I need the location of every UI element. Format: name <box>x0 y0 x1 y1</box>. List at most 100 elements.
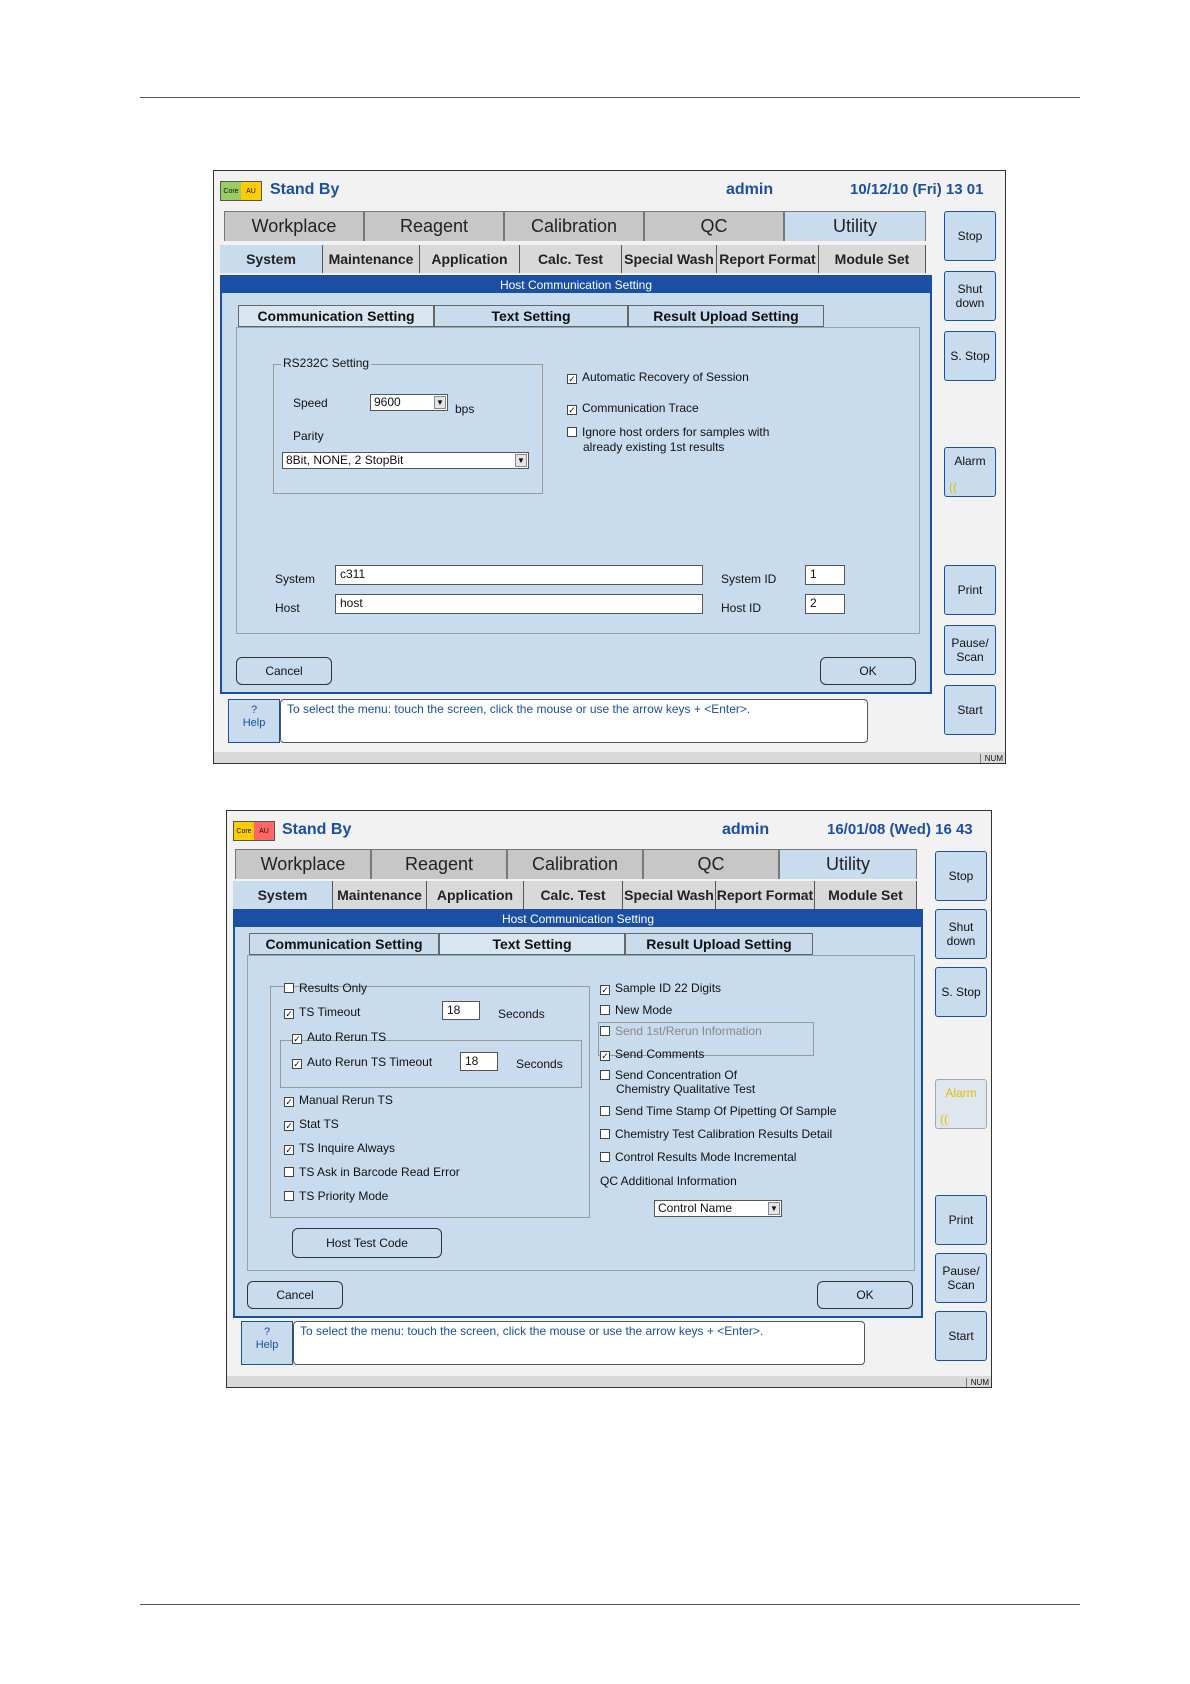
cancel-button[interactable]: Cancel <box>247 1281 343 1309</box>
s-stop-button[interactable]: S. Stop <box>944 331 996 381</box>
subtab-report-format[interactable]: Report Format <box>716 881 815 909</box>
tab-utility[interactable]: Utility <box>784 211 926 241</box>
tab-utility[interactable]: Utility <box>779 849 917 879</box>
auto-rerun-timeout-field[interactable]: 18 <box>460 1052 498 1071</box>
dtab-communication-setting[interactable]: Communication Setting <box>238 305 434 327</box>
host-field[interactable]: host <box>335 594 703 614</box>
checkbox-ts-ask-barcode[interactable]: TS Ask in Barcode Read Error <box>284 1165 460 1179</box>
host-id-field[interactable]: 2 <box>805 594 845 614</box>
checkbox-auto-recovery[interactable]: ✓ Automatic Recovery of Session <box>567 370 749 384</box>
alarm-button[interactable]: Alarm (( <box>944 447 996 497</box>
system-field[interactable]: c311 <box>335 565 703 585</box>
subtab-system[interactable]: System <box>220 245 323 273</box>
subtab-module-set[interactable]: Module Set <box>819 245 926 273</box>
check-icon[interactable]: ✓ <box>292 1059 302 1069</box>
cancel-button[interactable]: Cancel <box>236 657 332 685</box>
checkbox-communication-trace[interactable]: ✓ Communication Trace <box>567 401 699 415</box>
check-icon[interactable]: ✓ <box>292 1034 302 1044</box>
check-icon[interactable]: ✓ <box>567 374 577 384</box>
checkbox-empty[interactable] <box>600 1070 610 1080</box>
dtab-text-setting[interactable]: Text Setting <box>434 305 628 327</box>
stop-button[interactable]: Stop <box>944 211 996 261</box>
subtab-report-format[interactable]: Report Format <box>717 245 819 273</box>
subtab-module-set[interactable]: Module Set <box>815 881 917 909</box>
checkbox-empty[interactable] <box>600 1026 610 1036</box>
checkbox-manual-rerun-ts[interactable]: ✓ Manual Rerun TS <box>284 1093 393 1107</box>
tab-reagent[interactable]: Reagent <box>364 211 504 241</box>
ok-button[interactable]: OK <box>820 657 916 685</box>
checkbox-empty[interactable] <box>600 1106 610 1116</box>
check-icon[interactable]: ✓ <box>600 1051 610 1061</box>
parity-select[interactable]: 8Bit, NONE, 2 StopBit ▼ <box>282 452 529 469</box>
tab-qc[interactable]: QC <box>644 211 784 241</box>
checkbox-empty[interactable] <box>284 1167 294 1177</box>
checkbox-ts-timeout[interactable]: ✓ TS Timeout <box>284 1005 360 1019</box>
checkbox-control-results-incremental[interactable]: Control Results Mode Incremental <box>600 1150 796 1164</box>
checkbox-auto-rerun-ts-timeout[interactable]: ✓ Auto Rerun TS Timeout <box>292 1055 432 1069</box>
ok-button[interactable]: OK <box>817 1281 913 1309</box>
pause-scan-button[interactable]: Pause/ Scan <box>935 1253 987 1303</box>
ts-timeout-field[interactable]: 18 <box>442 1001 480 1020</box>
subtab-special-wash[interactable]: Special Wash <box>623 881 716 909</box>
subtab-system[interactable]: System <box>233 881 333 909</box>
checkbox-results-only[interactable]: Results Only <box>284 981 367 995</box>
s-stop-button[interactable]: S. Stop <box>935 967 987 1017</box>
subtab-calc-test[interactable]: Calc. Test <box>520 245 622 273</box>
subtab-application[interactable]: Application <box>427 881 524 909</box>
qc-additional-select[interactable]: Control Name ▼ <box>654 1200 782 1217</box>
print-button[interactable]: Print <box>944 565 996 615</box>
checkbox-sample-id-22[interactable]: ✓ Sample ID 22 Digits <box>600 981 721 995</box>
checkbox-stat-ts[interactable]: ✓ Stat TS <box>284 1117 339 1131</box>
checkbox-new-mode[interactable]: New Mode <box>600 1003 672 1017</box>
checkbox-empty[interactable] <box>284 983 294 993</box>
tab-reagent[interactable]: Reagent <box>371 849 507 879</box>
checkbox-empty[interactable] <box>600 1129 610 1139</box>
chevron-down-icon[interactable]: ▼ <box>768 1202 780 1215</box>
check-icon[interactable]: ✓ <box>284 1097 294 1107</box>
tab-calibration[interactable]: Calibration <box>504 211 644 241</box>
dtab-result-upload-setting[interactable]: Result Upload Setting <box>628 305 824 327</box>
subtab-calc-test[interactable]: Calc. Test <box>524 881 623 909</box>
help-button[interactable]: ? Help <box>241 1321 293 1365</box>
check-icon[interactable]: ✓ <box>284 1145 294 1155</box>
subtab-maintenance[interactable]: Maintenance <box>333 881 427 909</box>
help-button[interactable]: ? Help <box>228 699 280 743</box>
tab-qc[interactable]: QC <box>643 849 779 879</box>
checkbox-send-concentration[interactable]: Send Concentration Of <box>600 1068 737 1082</box>
host-test-code-button[interactable]: Host Test Code <box>292 1228 442 1258</box>
dtab-communication-setting[interactable]: Communication Setting <box>249 933 439 955</box>
checkbox-ts-inquire-always[interactable]: ✓ TS Inquire Always <box>284 1141 395 1155</box>
pause-scan-button[interactable]: Pause/ Scan <box>944 625 996 675</box>
subtab-application[interactable]: Application <box>420 245 520 273</box>
checkbox-empty[interactable] <box>567 427 577 437</box>
start-button[interactable]: Start <box>935 1311 987 1361</box>
dtab-result-upload-setting[interactable]: Result Upload Setting <box>625 933 813 955</box>
checkbox-empty[interactable] <box>600 1005 610 1015</box>
shut-down-button[interactable]: Shut down <box>935 909 987 959</box>
stop-button[interactable]: Stop <box>935 851 987 901</box>
alarm-button[interactable]: Alarm (( <box>935 1079 987 1129</box>
tab-workplace[interactable]: Workplace <box>224 211 364 241</box>
check-icon[interactable]: ✓ <box>284 1121 294 1131</box>
system-id-field[interactable]: 1 <box>805 565 845 585</box>
checkbox-empty[interactable] <box>600 1152 610 1162</box>
checkbox-auto-rerun-ts[interactable]: ✓ Auto Rerun TS <box>292 1030 386 1044</box>
checkbox-send-comments[interactable]: ✓ Send Comments <box>600 1047 704 1061</box>
checkbox-ignore-host-orders[interactable]: Ignore host orders for samples with <box>567 425 769 439</box>
shut-down-button[interactable]: Shut down <box>944 271 996 321</box>
check-icon[interactable]: ✓ <box>284 1009 294 1019</box>
checkbox-send-time-stamp[interactable]: Send Time Stamp Of Pipetting Of Sample <box>600 1104 836 1118</box>
checkbox-ts-priority-mode[interactable]: TS Priority Mode <box>284 1189 388 1203</box>
subtab-special-wash[interactable]: Special Wash <box>622 245 717 273</box>
print-button[interactable]: Print <box>935 1195 987 1245</box>
checkbox-send-1st-rerun[interactable]: Send 1st/Rerun Information <box>600 1024 762 1038</box>
chevron-down-icon[interactable]: ▼ <box>434 396 446 409</box>
dtab-text-setting[interactable]: Text Setting <box>439 933 625 955</box>
start-button[interactable]: Start <box>944 685 996 735</box>
checkbox-empty[interactable] <box>284 1191 294 1201</box>
check-icon[interactable]: ✓ <box>600 985 610 995</box>
speed-select[interactable]: 9600 ▼ <box>370 394 448 411</box>
tab-workplace[interactable]: Workplace <box>235 849 371 879</box>
subtab-maintenance[interactable]: Maintenance <box>323 245 420 273</box>
chevron-down-icon[interactable]: ▼ <box>515 454 527 467</box>
